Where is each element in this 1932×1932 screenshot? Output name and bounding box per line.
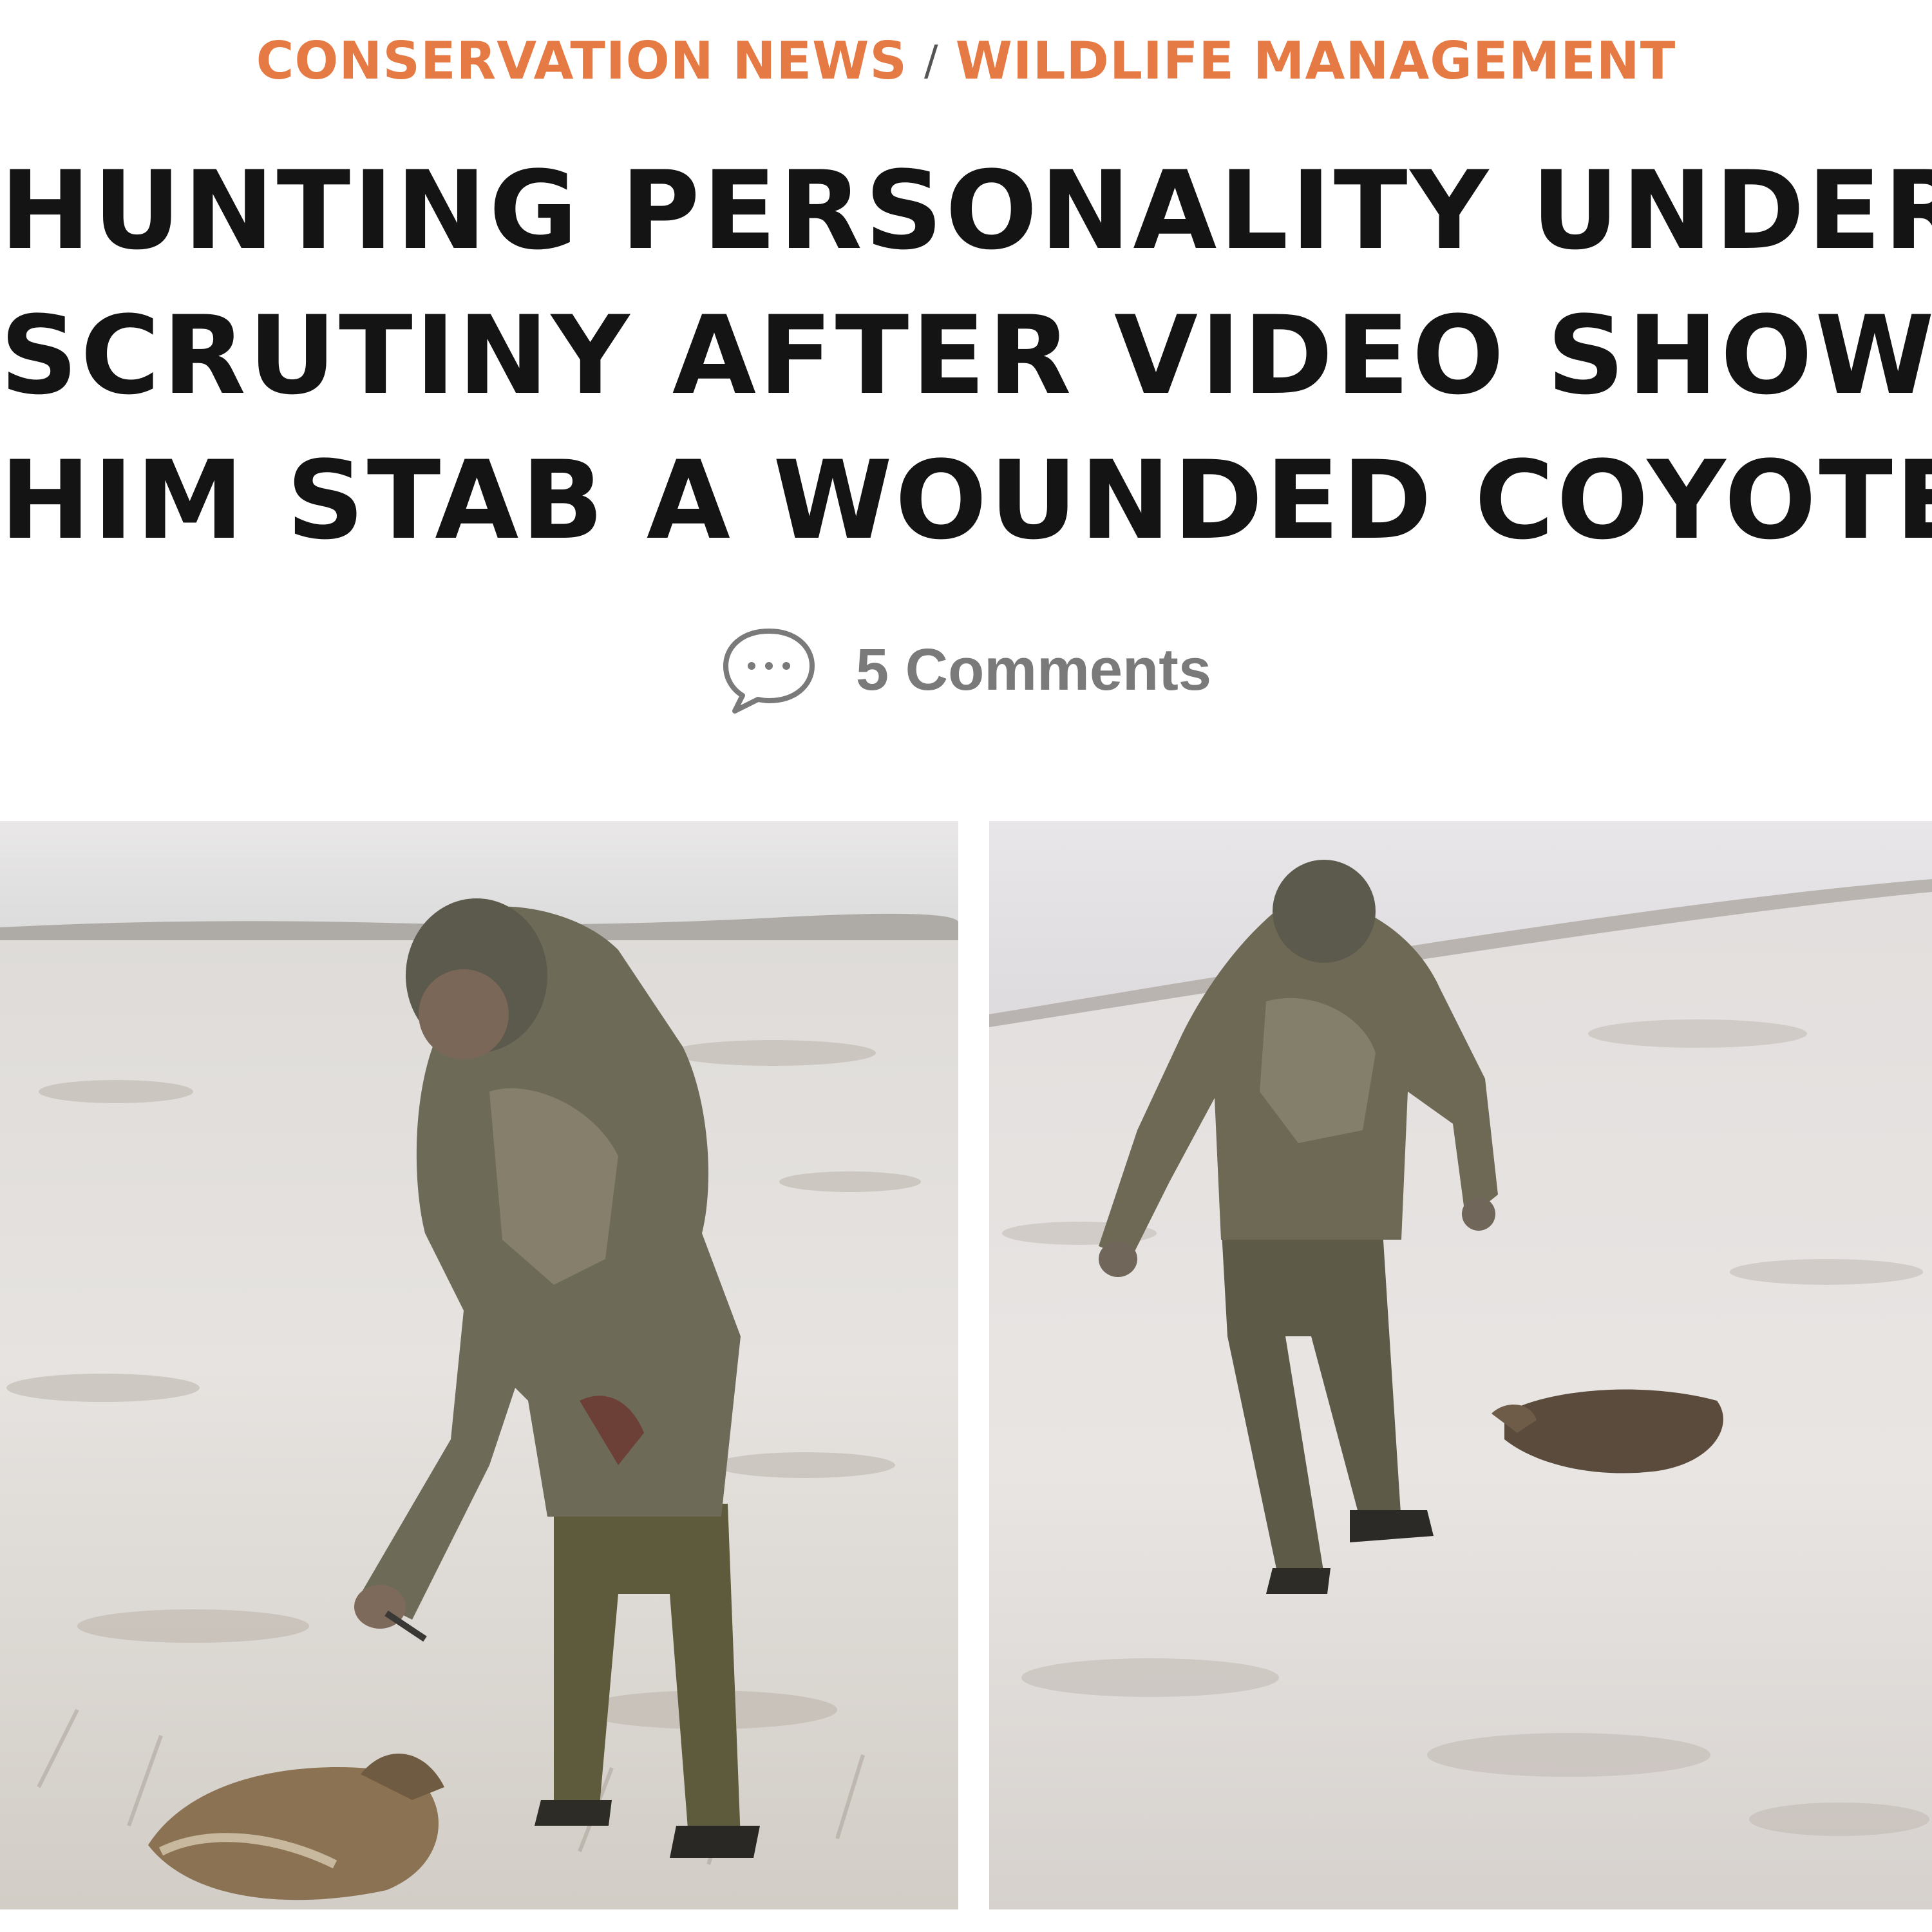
article-headline: HUNTING PERSONALITY UNDER SCRUTINY AFTER… [0,138,1932,573]
speech-bubble-icon [723,629,815,714]
breadcrumb-subcategory-link[interactable]: WILDLIFE MANAGEMENT [956,31,1676,91]
video-still-left[interactable] [0,821,958,1909]
breadcrumb-category-link[interactable]: CONSERVATION NEWS [256,31,907,91]
breadcrumb-separator: / [924,37,939,85]
headline-line: SCRUTINY AFTER VIDEO SHOWS [0,292,1932,419]
video-still-right-image [989,821,1932,1909]
headline-line: HIM STAB A WOUNDED COYOTE [0,437,1932,564]
headline-line: HUNTING PERSONALITY UNDER [0,147,1932,274]
video-still-right[interactable] [989,821,1932,1909]
article-photos [0,821,1932,1909]
comments-count: 5 Comments [855,636,1212,703]
breadcrumb: CONSERVATION NEWS / WILDLIFE MANAGEMENT [0,26,1932,97]
comments-link[interactable]: 5 Comments [0,625,1932,715]
video-still-left-image [0,821,958,1909]
